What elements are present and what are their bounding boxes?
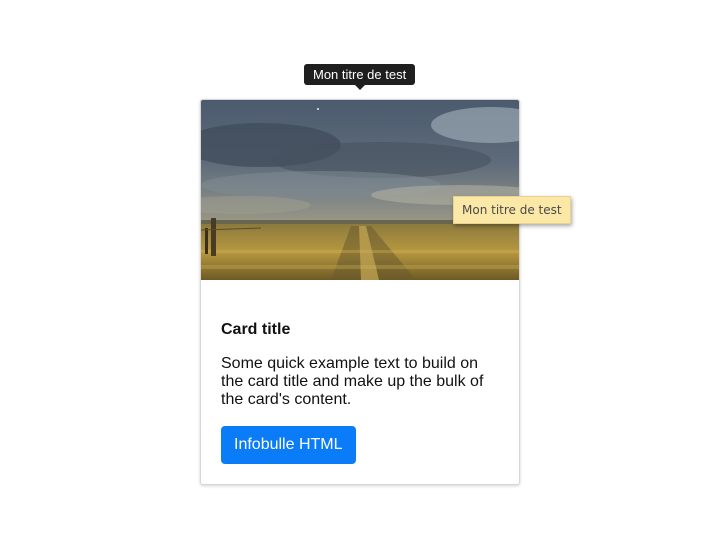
yellow-tooltip: Mon titre de test xyxy=(453,196,571,224)
card-image xyxy=(201,100,519,280)
card-text: Some quick example text to build on the … xyxy=(221,355,484,408)
card: Card title Some quick example text to bu… xyxy=(200,99,520,485)
infobulle-html-button[interactable]: Infobulle HTML xyxy=(221,426,356,464)
yellow-tooltip-text: Mon titre de test xyxy=(462,203,562,217)
tooltip-arrow-icon xyxy=(353,84,366,90)
dark-tooltip: Mon titre de test xyxy=(304,64,416,90)
page-stage: Mon titre de test Card title Some quick … xyxy=(0,0,703,551)
dark-tooltip-text: Mon titre de test xyxy=(313,67,407,82)
card-title: Card title xyxy=(221,321,291,338)
